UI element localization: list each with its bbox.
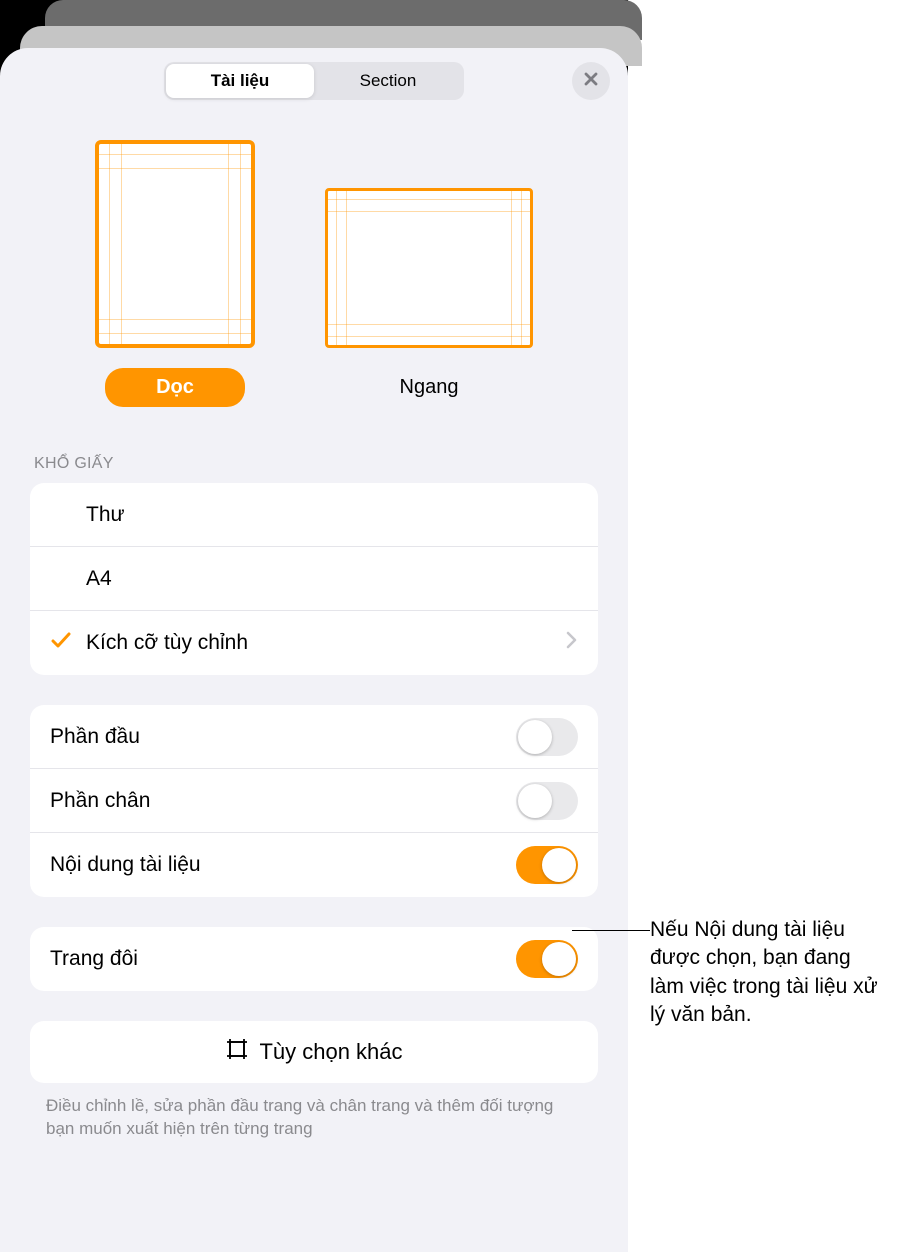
checkmark-icon (50, 629, 72, 657)
paper-size-a4[interactable]: A4 (30, 547, 598, 611)
chevron-right-icon (566, 631, 578, 655)
toggle-document-body-row: Nội dung tài liệu (30, 833, 598, 897)
facing-pages-switch[interactable] (516, 940, 578, 978)
row-label: Phần chân (50, 789, 516, 813)
paper-size-header: KHỔ GIẤY (0, 417, 628, 483)
portrait-label: Dọc (105, 368, 245, 407)
orientation-picker: Dọc Ngang (0, 110, 628, 417)
document-body-switch[interactable] (516, 846, 578, 884)
close-icon (583, 71, 599, 92)
row-label: Phần đầu (50, 725, 516, 749)
headers-footers-group: Phần đầu Phần chân Nội dung tài liệu (30, 705, 598, 897)
orientation-landscape[interactable]: Ngang (325, 140, 533, 407)
row-label: A4 (86, 567, 578, 591)
panel-header: Tài liệu Section (0, 48, 628, 110)
facing-pages-group: Trang đôi (30, 927, 598, 991)
row-label: Thư (86, 503, 578, 527)
callout-connector (572, 930, 650, 931)
toggle-facing-pages-row: Trang đôi (30, 927, 598, 991)
portrait-thumbnail (95, 140, 255, 348)
toggle-headers-row: Phần đầu (30, 705, 598, 769)
footer-description: Điều chỉnh lề, sửa phần đầu trang và châ… (0, 1095, 628, 1141)
paper-size-group: Thư A4 Kích cỡ tùy chỉnh (30, 483, 598, 675)
callout-text: Nếu Nội dung tài liệu được chọn, bạn đan… (650, 916, 880, 1029)
paper-size-custom[interactable]: Kích cỡ tùy chỉnh (30, 611, 598, 675)
document-settings-panel: Tài liệu Section Dọc (0, 48, 628, 1252)
close-button[interactable] (572, 62, 610, 100)
more-options-button[interactable]: Tùy chọn khác (30, 1021, 598, 1083)
row-label: Trang đôi (50, 947, 516, 971)
paper-size-letter[interactable]: Thư (30, 483, 598, 547)
footers-switch[interactable] (516, 782, 578, 820)
tab-document[interactable]: Tài liệu (166, 64, 314, 98)
headers-switch[interactable] (516, 718, 578, 756)
crop-icon (225, 1037, 249, 1067)
button-label: Tùy chọn khác (259, 1039, 402, 1065)
landscape-label: Ngang (359, 368, 499, 407)
landscape-thumbnail (325, 188, 533, 348)
row-label: Nội dung tài liệu (50, 853, 516, 877)
toggle-footers-row: Phần chân (30, 769, 598, 833)
orientation-portrait[interactable]: Dọc (95, 140, 255, 407)
tab-section[interactable]: Section (314, 64, 462, 98)
row-label: Kích cỡ tùy chỉnh (86, 631, 566, 655)
segmented-control: Tài liệu Section (164, 62, 464, 100)
